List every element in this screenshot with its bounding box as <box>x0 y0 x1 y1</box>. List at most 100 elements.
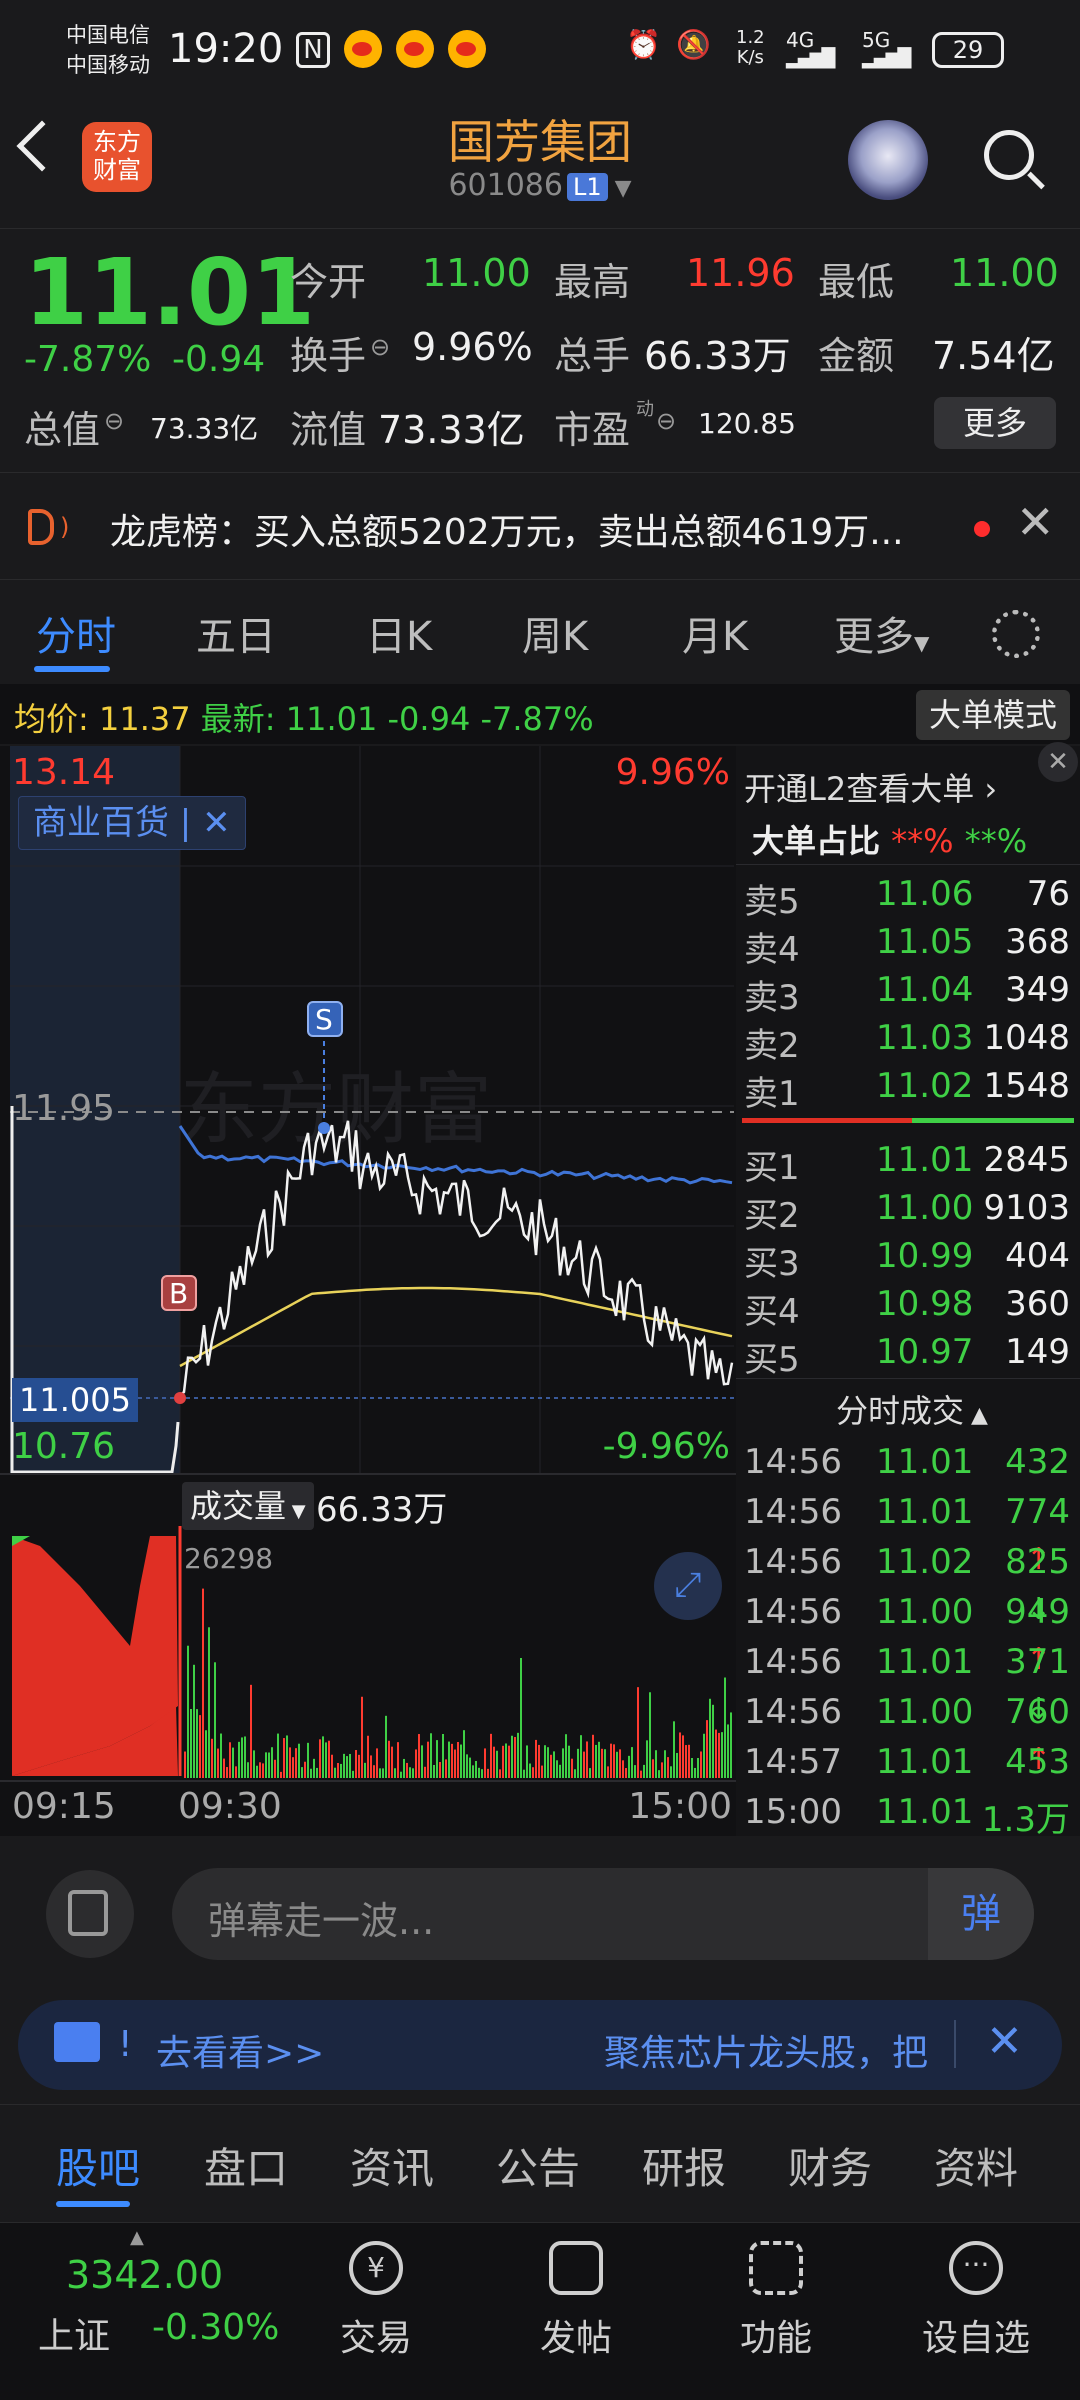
nav-functions[interactable]: 功能 <box>676 2241 876 2361</box>
float-label: 流值 <box>290 408 367 452</box>
close-icon[interactable]: ✕ <box>202 803 231 843</box>
ask-row[interactable]: 卖1 11.02 1548 <box>736 1062 1080 1114</box>
search-icon[interactable] <box>984 130 1034 180</box>
watermark: 东方财富 <box>180 1065 492 1155</box>
promo-banner[interactable]: ! 去看看>> 聚焦芯片龙头股，把 ✕ <box>18 2000 1062 2090</box>
bid-row[interactable]: 买4 10.98 360 <box>736 1280 1080 1332</box>
tab-intraday[interactable]: 分时 <box>36 604 116 662</box>
divider <box>954 2020 956 2068</box>
trade-time: 14:56 <box>744 1642 842 1682</box>
trades-header[interactable]: 分时成交 ▲ <box>836 1386 988 1432</box>
l2-upsell-link[interactable]: 开通L2查看大单 › <box>744 764 997 810</box>
big-order-mode-button[interactable]: 大单模式 <box>916 690 1070 740</box>
divider <box>736 864 1080 865</box>
trade-row: 14:57 11.01 ↑ 453 <box>736 1738 1080 1786</box>
volume-bar <box>352 1770 354 1778</box>
tab-financials[interactable]: 财务 <box>788 2135 872 2196</box>
tab-weekly-k[interactable]: 周K <box>522 604 588 662</box>
danmu-input[interactable]: 弹幕走一波... 弹 <box>172 1868 1034 1960</box>
volume-bar <box>562 1748 564 1778</box>
info-icon[interactable]: ⊖ <box>656 407 676 435</box>
x-label-open: 09:30 <box>178 1786 282 1827</box>
expand-icon[interactable]: ⤢ <box>654 1552 722 1620</box>
info-icon[interactable]: ⊖ <box>104 407 124 435</box>
volume-bar <box>385 1715 387 1778</box>
volume-bar <box>649 1692 651 1778</box>
tab-news[interactable]: 资讯 <box>350 2135 434 2196</box>
volume-bar <box>316 1767 318 1778</box>
volume-bar <box>457 1741 459 1778</box>
danmu-toggle-button[interactable]: 弹 <box>928 1868 1034 1960</box>
gear-icon[interactable] <box>992 610 1040 658</box>
ask-row[interactable]: 卖3 11.04 349 <box>736 966 1080 1018</box>
tab-announcements[interactable]: 公告 <box>496 2135 580 2196</box>
ask-row[interactable]: 卖4 11.05 368 <box>736 918 1080 970</box>
volume-max: 26298 <box>184 1542 274 1575</box>
nav-trade[interactable]: ¥ 交易 <box>276 2241 476 2361</box>
tab-orderbook[interactable]: 盘口 <box>204 2135 288 2196</box>
ask-volume: 1048 <box>983 1018 1070 1058</box>
index-ticker[interactable]: ▲ 3342.00 上证 -0.30% <box>0 2223 280 2400</box>
nav-post[interactable]: 发帖 <box>476 2241 676 2361</box>
volume-bar <box>619 1749 621 1778</box>
tab-daily-k[interactable]: 日K <box>366 604 432 662</box>
nav-add-watchlist-label: 设自选 <box>921 2318 1030 2359</box>
volume-bars <box>184 1588 732 1778</box>
volume-bar <box>472 1765 474 1778</box>
nav-trade-label: 交易 <box>339 2318 412 2359</box>
volume-bar <box>568 1745 570 1778</box>
info-icon[interactable]: ⊖ <box>370 333 390 361</box>
ask-volume: 368 <box>1005 922 1070 962</box>
tab-profile[interactable]: 资料 <box>934 2135 1018 2196</box>
notes-button[interactable] <box>46 1870 134 1958</box>
bid-row[interactable]: 买1 11.01 2845 <box>736 1136 1080 1188</box>
tab-more[interactable]: 更多▼ <box>834 604 929 662</box>
sell-marker-dot <box>318 1122 330 1134</box>
volume-bar <box>355 1750 357 1778</box>
volume-bar <box>499 1769 501 1778</box>
tab-forum[interactable]: 股吧 <box>56 2135 140 2196</box>
robot-assistant-icon[interactable] <box>848 120 928 200</box>
trade-price: 11.01 <box>876 1792 974 1832</box>
volume-bar <box>250 1684 252 1778</box>
weibo-icon <box>344 30 382 68</box>
bid-row[interactable]: 买2 11.00 9103 <box>736 1184 1080 1236</box>
volume-bar <box>481 1769 483 1778</box>
weibo-icon <box>396 30 434 68</box>
index-value: 3342.00 <box>66 2253 224 2297</box>
bid-price: 10.97 <box>876 1332 974 1372</box>
trade-volume: 1.3万 <box>981 1800 1070 1840</box>
volume-bar <box>547 1747 549 1778</box>
trade-price: 11.01 <box>876 1742 974 1782</box>
bid-row[interactable]: 买5 10.97 149 <box>736 1328 1080 1380</box>
tab-research[interactable]: 研报 <box>642 2135 726 2196</box>
trade-row: 14:56 11.00 ↓ 760 <box>736 1688 1080 1736</box>
close-icon[interactable]: ✕ <box>1038 742 1078 782</box>
volume-bar <box>586 1741 588 1778</box>
tab-monthly-k[interactable]: 月K <box>682 604 748 662</box>
intraday-chart[interactable]: 东方财富 S B 13.14 9.96% 商业百货 | ✕ 11.95 11.0… <box>0 746 736 1836</box>
last-price: 11.01 <box>24 239 316 346</box>
volume-indicator-select[interactable]: 成交量 ▼ <box>182 1482 314 1530</box>
volume-bar <box>508 1745 510 1778</box>
volume-bar <box>220 1733 222 1778</box>
volume-bar <box>184 1751 186 1778</box>
tab-five-day[interactable]: 五日 <box>196 604 276 662</box>
close-icon[interactable]: ✕ <box>1016 495 1055 549</box>
volume-bar <box>229 1742 231 1778</box>
more-button[interactable]: 更多 <box>934 397 1056 449</box>
nav-add-watchlist[interactable]: ··· 设自选 <box>876 2241 1076 2361</box>
promo-link[interactable]: 去看看>> <box>156 2024 324 2076</box>
bid-price: 11.01 <box>876 1140 974 1180</box>
volume-bar <box>403 1758 405 1778</box>
volume-bar <box>694 1767 696 1778</box>
bid-row[interactable]: 买3 10.99 404 <box>736 1232 1080 1284</box>
caret-down-icon: ▼ <box>286 1501 306 1522</box>
volume-bar <box>244 1736 246 1778</box>
notice-banner[interactable]: ) 龙虎榜：买入总额5202万元，卖出总额4619万... ✕ <box>0 472 1080 580</box>
divider <box>736 1378 1080 1379</box>
close-icon[interactable]: ✕ <box>986 2016 1023 2067</box>
ask-row[interactable]: 卖5 11.06 76 <box>736 870 1080 922</box>
ask-row[interactable]: 卖2 11.03 1048 <box>736 1014 1080 1066</box>
sector-tag[interactable]: 商业百货 | ✕ <box>18 796 246 850</box>
